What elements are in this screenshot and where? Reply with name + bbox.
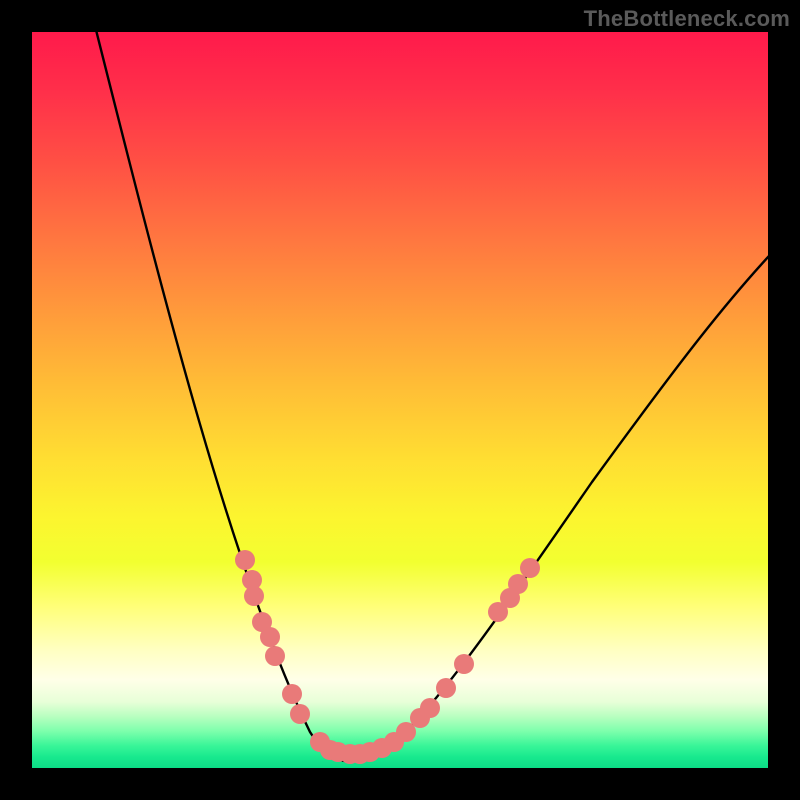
- data-dot: [520, 558, 540, 578]
- data-dot: [260, 627, 280, 647]
- data-dot: [282, 684, 302, 704]
- bottleneck-curve: [94, 32, 768, 762]
- data-dot: [290, 704, 310, 724]
- curve-svg: [32, 32, 768, 768]
- data-dot: [420, 698, 440, 718]
- data-dot: [454, 654, 474, 674]
- data-dot: [244, 586, 264, 606]
- watermark-text: TheBottleneck.com: [584, 6, 790, 32]
- chart-frame: TheBottleneck.com: [0, 0, 800, 800]
- data-dot: [235, 550, 255, 570]
- plot-area: [32, 32, 768, 768]
- data-dot: [436, 678, 456, 698]
- data-dot: [265, 646, 285, 666]
